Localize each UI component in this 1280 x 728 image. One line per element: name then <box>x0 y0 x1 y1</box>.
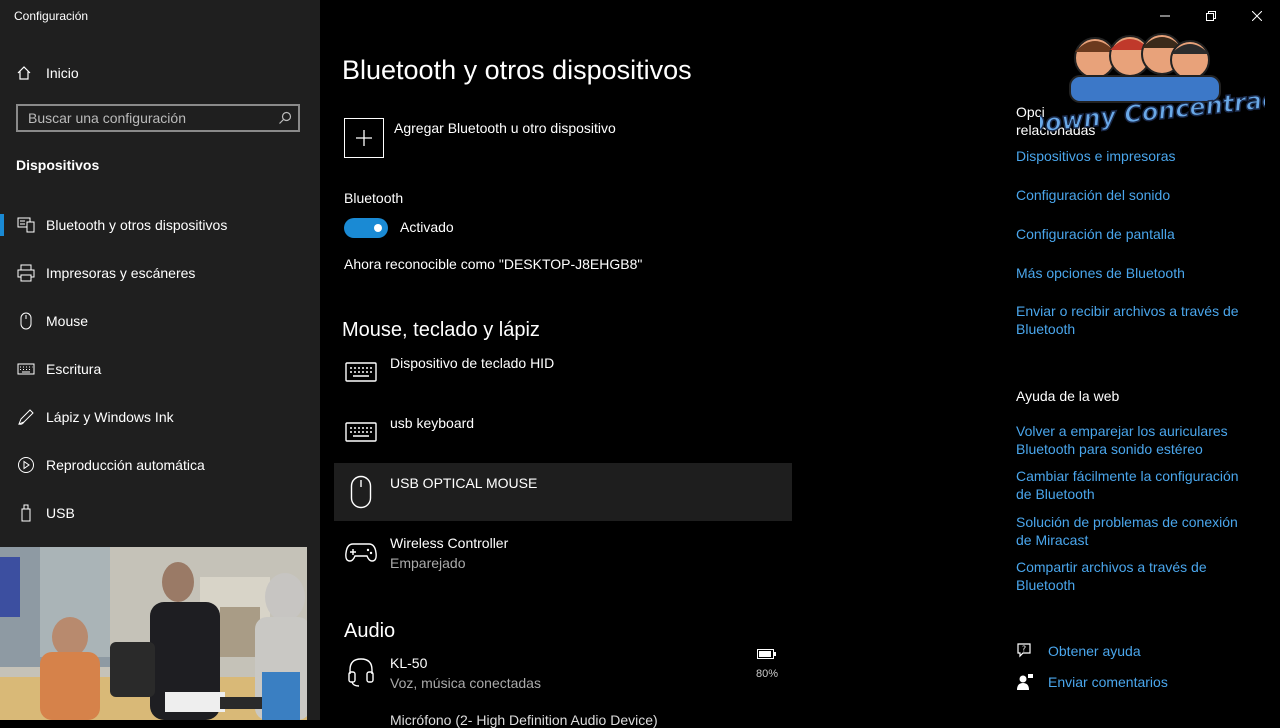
bluetooth-devices-icon <box>16 215 36 235</box>
close-button[interactable] <box>1234 0 1280 32</box>
link-sound-settings[interactable]: Configuración del sonido <box>1016 186 1248 204</box>
audio-device-item[interactable]: KL-50 Voz, música conectadas 80% <box>334 643 792 701</box>
device-status: Voz, música conectadas <box>390 675 541 691</box>
link-more-bluetooth-options[interactable]: Más opciones de Bluetooth <box>1016 264 1248 282</box>
link-display-settings[interactable]: Configuración de pantalla <box>1016 225 1248 243</box>
minimize-button[interactable] <box>1142 0 1188 32</box>
device-item-selected[interactable]: USB OPTICAL MOUSE <box>334 463 792 521</box>
sidebar-item-bluetooth[interactable]: Bluetooth y otros dispositivos <box>0 201 320 249</box>
link-troubleshoot-miracast[interactable]: Solución de problemas de conexión de Mir… <box>1016 513 1248 549</box>
sidebar-item-label: Lápiz y Windows Ink <box>46 409 174 425</box>
sidebar-item-label: Reproducción automática <box>46 457 205 473</box>
sidebar-item-label: Bluetooth y otros dispositivos <box>46 217 228 233</box>
feedback-link[interactable]: Enviar comentarios <box>1016 673 1168 691</box>
sidebar-item-label: Escritura <box>46 361 102 377</box>
plus-icon <box>356 130 372 146</box>
keyboard-icon <box>344 415 378 449</box>
audio-device-partial: Micrófono (2- High Definition Audio Devi… <box>390 712 658 728</box>
bluetooth-toggle-state: Activado <box>400 219 454 235</box>
section-audio: Audio <box>344 620 396 642</box>
feedback-icon <box>1017 674 1033 690</box>
device-item[interactable]: Wireless Controller Emparejado <box>334 523 792 581</box>
sidebar-item-label: USB <box>46 505 75 521</box>
webcam-overlay <box>0 547 307 720</box>
watermark-logo: Downy Concentrao <box>1023 30 1280 140</box>
keyboard-icon <box>16 359 36 379</box>
add-device-button[interactable] <box>344 118 384 158</box>
home-button[interactable]: Inicio <box>16 62 79 84</box>
sidebar-item-autoplay[interactable]: Reproducción automática <box>0 441 320 489</box>
sidebar-nav: Bluetooth y otros dispositivos Impresora… <box>0 201 320 537</box>
section-input-devices: Mouse, teclado y lápiz <box>342 319 540 341</box>
battery-icon <box>757 649 776 659</box>
help-chat-icon: ? <box>1017 643 1031 658</box>
pen-icon <box>16 407 36 427</box>
get-help-link[interactable]: ? Obtener ayuda <box>1016 642 1141 660</box>
get-help-label: Obtener ayuda <box>1048 643 1141 659</box>
sidebar-item-label: Mouse <box>46 313 89 329</box>
mouse-icon <box>16 311 36 331</box>
bluetooth-toggle[interactable] <box>344 218 388 238</box>
web-help-heading: Ayuda de la web <box>1016 388 1120 404</box>
discoverable-text: Ahora reconocible como "DESKTOP-J8EHGB8" <box>344 256 643 272</box>
link-send-receive-files[interactable]: Enviar o recibir archivos a través de Bl… <box>1016 302 1248 338</box>
link-devices-printers[interactable]: Dispositivos e impresoras <box>1016 147 1248 165</box>
svg-text:?: ? <box>1022 645 1026 654</box>
restore-icon <box>1206 11 1216 21</box>
search-input[interactable] <box>28 109 268 127</box>
section-heading: Dispositivos <box>16 157 100 173</box>
device-name: KL-50 <box>390 655 428 671</box>
device-name: Wireless Controller <box>390 535 509 551</box>
printer-icon <box>16 263 36 283</box>
page-title: Bluetooth y otros dispositivos <box>342 55 692 85</box>
device-name: usb keyboard <box>390 415 475 431</box>
search-icon[interactable] <box>278 111 292 125</box>
home-icon <box>17 66 31 80</box>
search-box[interactable] <box>16 104 300 132</box>
usb-icon <box>16 503 36 523</box>
feedback-label: Enviar comentarios <box>1048 674 1168 690</box>
add-device-label[interactable]: Agregar Bluetooth u otro dispositivo <box>394 120 616 136</box>
gamepad-icon <box>344 535 378 569</box>
sidebar-item-usb[interactable]: USB <box>0 489 320 537</box>
device-name: Dispositivo de teclado HID <box>390 355 555 371</box>
sidebar-item-printers[interactable]: Impresoras y escáneres <box>0 249 320 297</box>
device-item[interactable]: Dispositivo de teclado HID <box>334 343 792 401</box>
link-repair-headphones[interactable]: Volver a emparejar los auriculares Bluet… <box>1016 422 1248 458</box>
mouse-icon <box>344 475 378 509</box>
sidebar: Configuración Inicio Dispositivos Blueto… <box>0 0 320 720</box>
app-title: Configuración <box>14 9 89 23</box>
minimize-icon <box>1160 15 1170 17</box>
link-share-files-bluetooth[interactable]: Compartir archivos a través de Bluetooth <box>1016 558 1248 594</box>
sidebar-item-label: Impresoras y escáneres <box>46 265 196 281</box>
close-icon <box>1252 11 1262 21</box>
battery-indicator: 80% <box>752 649 782 680</box>
link-change-bluetooth-settings[interactable]: Cambiar fácilmente la configuración de B… <box>1016 467 1248 503</box>
autoplay-icon <box>16 455 36 475</box>
window-controls <box>1142 0 1280 32</box>
device-item[interactable]: usb keyboard <box>334 403 792 461</box>
device-status: Emparejado <box>390 555 466 571</box>
sidebar-item-pen[interactable]: Lápiz y Windows Ink <box>0 393 320 441</box>
battery-percent: 80% <box>755 668 779 680</box>
sidebar-item-mouse[interactable]: Mouse <box>0 297 320 345</box>
device-name: USB OPTICAL MOUSE <box>390 475 538 491</box>
headset-icon <box>344 655 378 689</box>
bluetooth-label: Bluetooth <box>344 190 404 206</box>
restore-button[interactable] <box>1188 0 1234 32</box>
keyboard-icon <box>344 355 378 389</box>
sidebar-item-typing[interactable]: Escritura <box>0 345 320 393</box>
home-label: Inicio <box>46 65 79 81</box>
